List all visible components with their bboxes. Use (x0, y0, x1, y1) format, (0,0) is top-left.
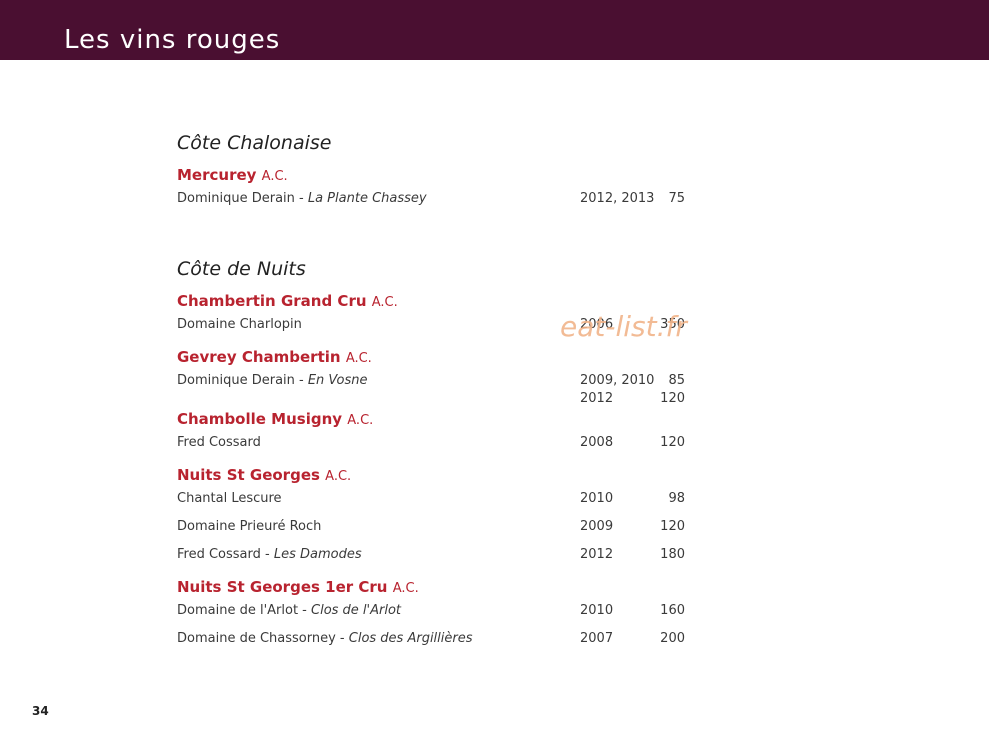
appellation-ac: A.C. (345, 351, 372, 366)
wine-producer: Domaine Charlopin (177, 317, 302, 332)
wine-cuvee: En Vosne (307, 373, 368, 388)
appellation-name: Nuits St Georges (177, 466, 320, 484)
appellation-name: Chambolle Musigny (177, 410, 343, 428)
appellation-name: Gevrey Chambertin (177, 348, 341, 366)
wine-producer: Dominique Derain - En Vosne (177, 373, 368, 388)
appellation-ac: A.C. (261, 169, 288, 184)
appellation-ac: A.C. (392, 581, 419, 596)
section-title: Côte Chalonaise (177, 132, 332, 154)
wine-row: Dominique Derain - En Vosne 2009, 2010 8… (177, 373, 697, 391)
wine-vintage: 2010 (580, 491, 614, 506)
appellation-ac: A.C. (325, 469, 352, 484)
watermark: eat-list.fr (560, 310, 687, 343)
wine-producer: Chantal Lescure (177, 491, 282, 506)
appellation-heading: Mercurey A.C. (177, 166, 288, 184)
wine-row: Domaine de Chassorney - Clos des Argilli… (177, 631, 697, 649)
wine-price: 75 (668, 191, 685, 206)
wine-vintage: 2012 (580, 391, 614, 406)
wine-price: 180 (660, 547, 685, 562)
wine-cuvee: La Plante Chassey (307, 191, 427, 206)
appellation-heading: Chambolle Musigny A.C. (177, 410, 373, 428)
wine-price: 200 (660, 631, 685, 646)
wine-vintage: 2008 (580, 435, 614, 450)
wine-price: 85 (668, 373, 685, 388)
appellation-name: Chambertin Grand Cru (177, 292, 367, 310)
page-header: Les vins rouges (0, 0, 989, 60)
appellation-heading: Chambertin Grand Cru A.C. (177, 292, 398, 310)
wine-row: Domaine Prieuré Roch 2009 120 (177, 519, 697, 537)
wine-price: 120 (660, 519, 685, 534)
wine-row: Chantal Lescure 2010 98 (177, 491, 697, 509)
wine-vintage: 2010 (580, 603, 614, 618)
section-title: Côte de Nuits (177, 258, 306, 280)
wine-cuvee: Les Damodes (273, 547, 362, 562)
appellation-heading: Gevrey Chambertin A.C. (177, 348, 372, 366)
wine-producer: Fred Cossard (177, 435, 261, 450)
page-number: 34 (32, 704, 49, 718)
wine-row: 2012 120 (177, 391, 697, 409)
appellation-ac: A.C. (347, 413, 374, 428)
wine-row: Fred Cossard - Les Damodes 2012 180 (177, 547, 697, 565)
appellation-heading: Nuits St Georges A.C. (177, 466, 351, 484)
wine-price: 98 (668, 491, 685, 506)
wine-row: Domaine de l'Arlot - Clos de l'Arlot 201… (177, 603, 697, 621)
wine-producer: Domaine de l'Arlot - Clos de l'Arlot (177, 603, 402, 618)
wine-vintage: 2009 (580, 519, 614, 534)
wine-cuvee: Clos de l'Arlot (311, 603, 402, 618)
wine-vintage: 2012 (580, 547, 614, 562)
appellation-ac: A.C. (371, 295, 398, 310)
appellation-name: Mercurey (177, 166, 257, 184)
wine-cuvee: Clos des Argillières (348, 631, 473, 646)
wine-row: Dominique Derain - La Plante Chassey 201… (177, 191, 697, 209)
wine-row: Fred Cossard 2008 120 (177, 435, 697, 453)
wine-producer: Domaine Prieuré Roch (177, 519, 322, 534)
appellation-heading: Nuits St Georges 1er Cru A.C. (177, 578, 419, 596)
wine-vintage: 2007 (580, 631, 614, 646)
wine-producer: Fred Cossard - Les Damodes (177, 547, 362, 562)
wine-price: 160 (660, 603, 685, 618)
wine-producer: Dominique Derain - La Plante Chassey (177, 191, 427, 206)
wine-price: 120 (660, 391, 685, 406)
appellation-name: Nuits St Georges 1er Cru (177, 578, 388, 596)
wine-price: 120 (660, 435, 685, 450)
page-title: Les vins rouges (64, 25, 281, 55)
wine-producer: Domaine de Chassorney - Clos des Argilli… (177, 631, 473, 646)
